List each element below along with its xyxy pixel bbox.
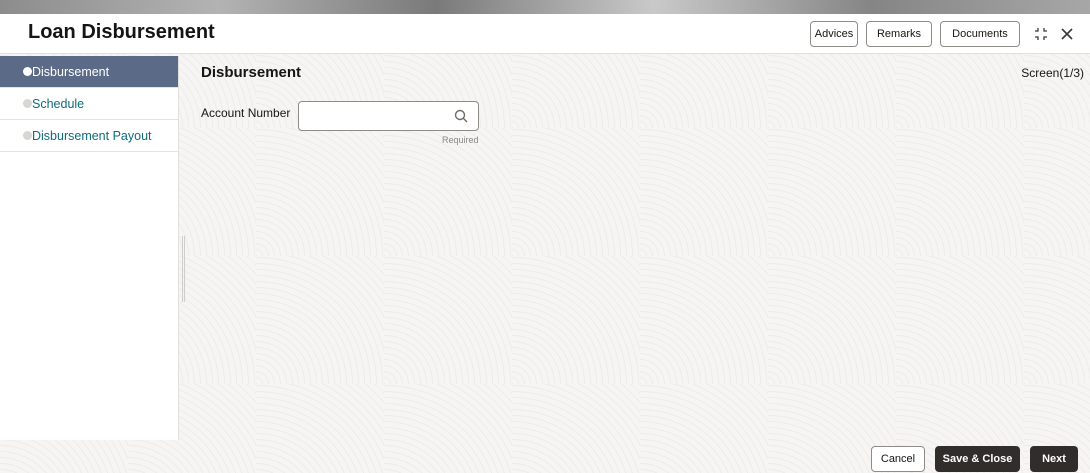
documents-button[interactable]: Documents <box>940 21 1020 47</box>
sidebar-item-label: Disbursement <box>32 65 110 79</box>
sidebar: Disbursement Schedule Disbursement Payou… <box>0 56 179 440</box>
sidebar-item-label: Schedule <box>32 97 85 111</box>
required-hint: Required <box>442 135 479 145</box>
footer-bar: Cancel Save & Close Next <box>0 440 1090 473</box>
sidebar-item-disbursement-payout[interactable]: Disbursement Payout <box>0 120 178 152</box>
step-indicator-icon <box>23 99 32 108</box>
save-close-button[interactable]: Save & Close <box>935 446 1020 472</box>
advices-button[interactable]: Advices <box>810 21 858 47</box>
remarks-button[interactable]: Remarks <box>866 21 932 47</box>
sidebar-item-schedule[interactable]: Schedule <box>0 88 178 120</box>
step-indicator-icon <box>23 131 32 140</box>
search-icon[interactable] <box>454 109 468 123</box>
page-title: Loan Disbursement <box>28 21 215 43</box>
top-decorative-strip <box>0 0 1090 14</box>
section-title: Disbursement <box>201 64 302 81</box>
account-number-label: Account Number <box>201 106 291 120</box>
collapse-icon[interactable] <box>1030 23 1052 45</box>
main-content: Disbursement Screen(1/3) Account Number … <box>180 56 1090 440</box>
sidebar-item-label: Disbursement Payout <box>32 129 152 143</box>
account-number-input[interactable] <box>298 101 479 131</box>
panel-resize-handle[interactable] <box>182 236 185 302</box>
sidebar-item-disbursement[interactable]: Disbursement <box>0 56 178 88</box>
window-header: Loan Disbursement Advices Remarks Docume… <box>0 14 1090 54</box>
screen-indicator: Screen(1/3) <box>1021 66 1084 80</box>
step-indicator-icon <box>23 67 32 76</box>
next-button[interactable]: Next <box>1030 446 1078 472</box>
close-icon[interactable] <box>1056 23 1078 45</box>
cancel-button[interactable]: Cancel <box>871 446 925 472</box>
